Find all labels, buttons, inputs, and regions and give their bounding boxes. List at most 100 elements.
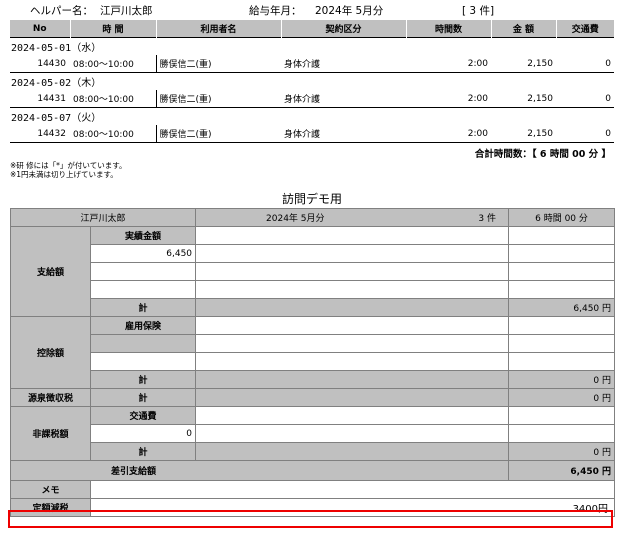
- empty-cell: [195, 406, 510, 425]
- empty-cell: [195, 334, 510, 353]
- empty-cell: [508, 244, 616, 263]
- record-contract: 身体介護: [281, 55, 406, 73]
- nontax-total: 0 円: [508, 442, 616, 461]
- col-amount: 金 額: [490, 20, 556, 38]
- empty-cell: [508, 316, 616, 335]
- pay-section-label: 支給額: [10, 226, 91, 317]
- visit-date: 2024-05-07（火）: [10, 107, 614, 125]
- note-rounding: ※1円未満は切り上げています。: [10, 170, 118, 179]
- empty-cell: [195, 226, 510, 245]
- deduct-sum-label: 計: [89, 370, 197, 389]
- withholding-total: 0 円: [508, 388, 616, 407]
- actual-amount-label: 実績金額: [89, 226, 197, 245]
- net-pay-label: 差引支給額: [9, 460, 510, 481]
- record-user: 勝俣信二(重): [155, 125, 281, 143]
- withholding-label: 源泉徴収税: [10, 388, 91, 407]
- col-no: No: [10, 20, 70, 38]
- table-row: 14432 08:00～10:00 勝俣信二(重) 身体介護 2:00 2,15…: [10, 125, 614, 143]
- summary-helper-name: 江戸川太郎: [9, 208, 197, 227]
- empty-cell: [508, 424, 616, 443]
- record-contract: 身体介護: [281, 125, 406, 143]
- empty-cell: [508, 226, 616, 245]
- date-row: 2024-05-01（水）: [10, 37, 614, 55]
- deduct-total: 0 円: [508, 370, 616, 389]
- record-transport: 0: [556, 90, 614, 108]
- empty-cell: [195, 370, 510, 389]
- detail-header-row: No 時 間 利用者名 契約区分 時間数 金 額 交通費: [10, 20, 614, 38]
- table-row: 14430 08:00～10:00 勝俣信二(重) 身体介護 2:00 2,15…: [10, 55, 614, 73]
- empty-cell: [195, 424, 510, 443]
- record-contract: 身体介護: [281, 90, 406, 108]
- record-transport: 0: [556, 55, 614, 73]
- record-no: 14432: [10, 125, 70, 143]
- col-user: 利用者名: [155, 20, 281, 38]
- visit-detail-table: No 時 間 利用者名 契約区分 時間数 金 額 交通費 2024-05-01（…: [10, 20, 614, 143]
- record-no: 14430: [10, 55, 70, 73]
- summary-month: 2024年 5月分: [266, 214, 325, 224]
- record-transport: 0: [556, 125, 614, 143]
- empty-cell: [89, 352, 197, 371]
- empty-cell: [508, 352, 616, 371]
- empty-cell: [195, 388, 510, 407]
- empty-cell: [89, 334, 197, 353]
- date-row: 2024-05-07（火）: [10, 107, 614, 125]
- visit-date: 2024-05-01（水）: [10, 37, 614, 55]
- record-time: 08:00～10:00: [70, 125, 156, 143]
- record-time: 08:00～10:00: [70, 55, 156, 73]
- summary-count: 3 件: [478, 214, 497, 224]
- actual-amount-value: 6,450: [89, 244, 197, 263]
- empty-cell: [508, 334, 616, 353]
- empty-cell: [508, 280, 616, 299]
- record-amount: 2,150: [491, 55, 556, 73]
- empty-cell: [89, 280, 197, 299]
- empty-cell: [508, 262, 616, 281]
- record-hours: 2:00: [406, 125, 491, 143]
- empty-cell: [195, 352, 510, 371]
- helper-name: 江戸川太郎: [100, 5, 153, 17]
- empty-cell: [195, 316, 510, 335]
- pay-sum-label: 計: [89, 298, 197, 317]
- date-row: 2024-05-02（木）: [10, 72, 614, 90]
- empty-cell: [195, 298, 510, 317]
- net-pay-value: 6,450 円: [508, 460, 616, 481]
- col-contract: 契約区分: [280, 20, 406, 38]
- empty-cell: [195, 280, 510, 299]
- memo-field[interactable]: [89, 480, 616, 499]
- pay-month: 2024年 5月分: [315, 5, 384, 17]
- col-time: 時 間: [69, 20, 156, 38]
- record-no: 14431: [10, 90, 70, 108]
- insurance-label: 雇用保険: [89, 316, 197, 335]
- total-hours: 合計時間数：【 6 時間 00 分 】: [474, 149, 611, 160]
- summary-hours: 6 時間 00 分: [508, 208, 616, 227]
- empty-cell: [195, 442, 510, 461]
- transport-label: 交通費: [89, 406, 197, 425]
- memo-label: メモ: [10, 480, 91, 499]
- empty-cell: [195, 262, 510, 281]
- record-amount: 2,150: [491, 90, 556, 108]
- summary-month-cell: 2024年 5月分 3 件: [195, 208, 510, 227]
- pay-month-label: 給与年月：: [249, 5, 302, 17]
- empty-cell: [89, 262, 197, 281]
- col-hours: 時間数: [405, 20, 491, 38]
- helper-label: ヘルパー名：: [30, 5, 93, 17]
- record-time: 08:00～10:00: [70, 90, 156, 108]
- empty-cell: [195, 244, 510, 263]
- record-hours: 2:00: [406, 90, 491, 108]
- highlight-box: [8, 510, 613, 528]
- withholding-sum-label: 計: [89, 388, 197, 407]
- deduct-section-label: 控除額: [10, 316, 91, 389]
- pay-total: 6,450 円: [508, 298, 616, 317]
- col-transport: 交通費: [555, 20, 614, 38]
- record-count: [ 3 件]: [462, 5, 495, 17]
- table-row: 14431 08:00～10:00 勝俣信二(重) 身体介護 2:00 2,15…: [10, 90, 614, 108]
- payment-summary-table: 江戸川太郎 2024年 5月分 3 件 6 時間 00 分 支給額 実績金額 6…: [9, 208, 616, 517]
- record-amount: 2,150: [491, 125, 556, 143]
- nontax-section-label: 非課税額: [10, 406, 91, 461]
- record-user: 勝俣信二(重): [155, 90, 281, 108]
- transport-value: 0: [89, 424, 197, 443]
- note-training: ※研 修には「*」が付いています。: [10, 161, 127, 170]
- record-hours: 2:00: [406, 55, 491, 73]
- record-user: 勝俣信二(重): [155, 55, 281, 73]
- summary-title: 訪問デモ用: [281, 192, 342, 206]
- empty-cell: [508, 406, 616, 425]
